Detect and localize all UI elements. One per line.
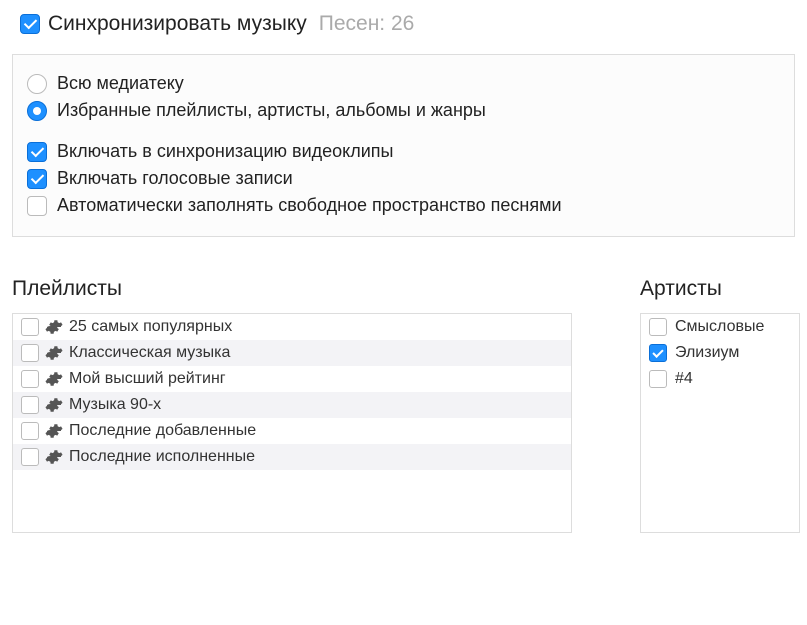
artist-checkbox[interactable] [649,318,667,336]
playlist-row[interactable]: 25 самых популярных [13,314,571,340]
playlist-label: Музыка 90-х [69,396,161,414]
include-videos-row[interactable]: Включать в синхронизацию видеоклипы [27,141,780,162]
artist-checkbox[interactable] [649,370,667,388]
playlist-checkbox[interactable] [21,318,39,336]
gear-icon [45,396,63,414]
gear-icon [45,370,63,388]
playlist-row[interactable]: Последние добавленные [13,418,571,444]
artist-row[interactable]: Смысловые [641,314,799,340]
playlist-checkbox[interactable] [21,370,39,388]
include-videos-label: Включать в синхронизацию видеоклипы [57,141,393,162]
playlists-list: 25 самых популярных Классическая музыка … [12,313,572,533]
playlist-row[interactable]: Музыка 90-х [13,392,571,418]
gear-icon [45,344,63,362]
playlist-checkbox[interactable] [21,344,39,362]
gear-icon [45,318,63,336]
sync-header: Синхронизировать музыку Песен: 26 [20,12,799,36]
artist-checkbox[interactable] [649,344,667,362]
autofill-checkbox[interactable] [27,196,47,216]
radio-selected-items[interactable] [27,101,47,121]
artist-row[interactable]: Элизиум [641,340,799,366]
artists-column: Артисты Смысловые Элизиум #4 [640,277,800,533]
playlist-row[interactable]: Последние исполненные [13,444,571,470]
playlist-row[interactable]: Классическая музыка [13,340,571,366]
artist-label: Смысловые [675,318,764,336]
include-voice-checkbox[interactable] [27,169,47,189]
playlist-label: 25 самых популярных [69,318,232,336]
artist-label: #4 [675,370,693,388]
autofill-row[interactable]: Автоматически заполнять свободное простр… [27,195,780,216]
playlist-checkbox[interactable] [21,448,39,466]
sync-music-checkbox[interactable] [20,14,40,34]
sync-options-panel: Всю медиатеку Избранные плейлисты, артис… [12,54,795,237]
playlist-checkbox[interactable] [21,396,39,414]
autofill-label: Автоматически заполнять свободное простр… [57,195,562,216]
gear-icon [45,448,63,466]
song-count: Песен: 26 [319,12,415,36]
radio-entire-library[interactable] [27,74,47,94]
include-videos-checkbox[interactable] [27,142,47,162]
playlists-column: Плейлисты 25 самых популярных Классическ… [12,277,572,533]
playlist-label: Мой высший рейтинг [69,370,226,388]
radio-row-selected[interactable]: Избранные плейлисты, артисты, альбомы и … [27,100,780,121]
radio-selected-items-label: Избранные плейлисты, артисты, альбомы и … [57,100,486,121]
include-voice-row[interactable]: Включать голосовые записи [27,168,780,189]
radio-row-all[interactable]: Всю медиатеку [27,73,780,94]
include-voice-label: Включать голосовые записи [57,168,293,189]
playlist-checkbox[interactable] [21,422,39,440]
radio-entire-library-label: Всю медиатеку [57,73,184,94]
playlists-title: Плейлисты [12,277,572,301]
playlist-row[interactable]: Мой высший рейтинг [13,366,571,392]
gear-icon [45,422,63,440]
playlist-label: Последние добавленные [69,422,256,440]
artist-row[interactable]: #4 [641,366,799,392]
artist-label: Элизиум [675,344,739,362]
playlist-label: Классическая музыка [69,344,230,362]
sync-music-label: Синхронизировать музыку [48,12,307,36]
artists-list: Смысловые Элизиум #4 [640,313,800,533]
columns: Плейлисты 25 самых популярных Классическ… [8,277,799,533]
playlist-label: Последние исполненные [69,448,255,466]
artists-title: Артисты [640,277,800,301]
